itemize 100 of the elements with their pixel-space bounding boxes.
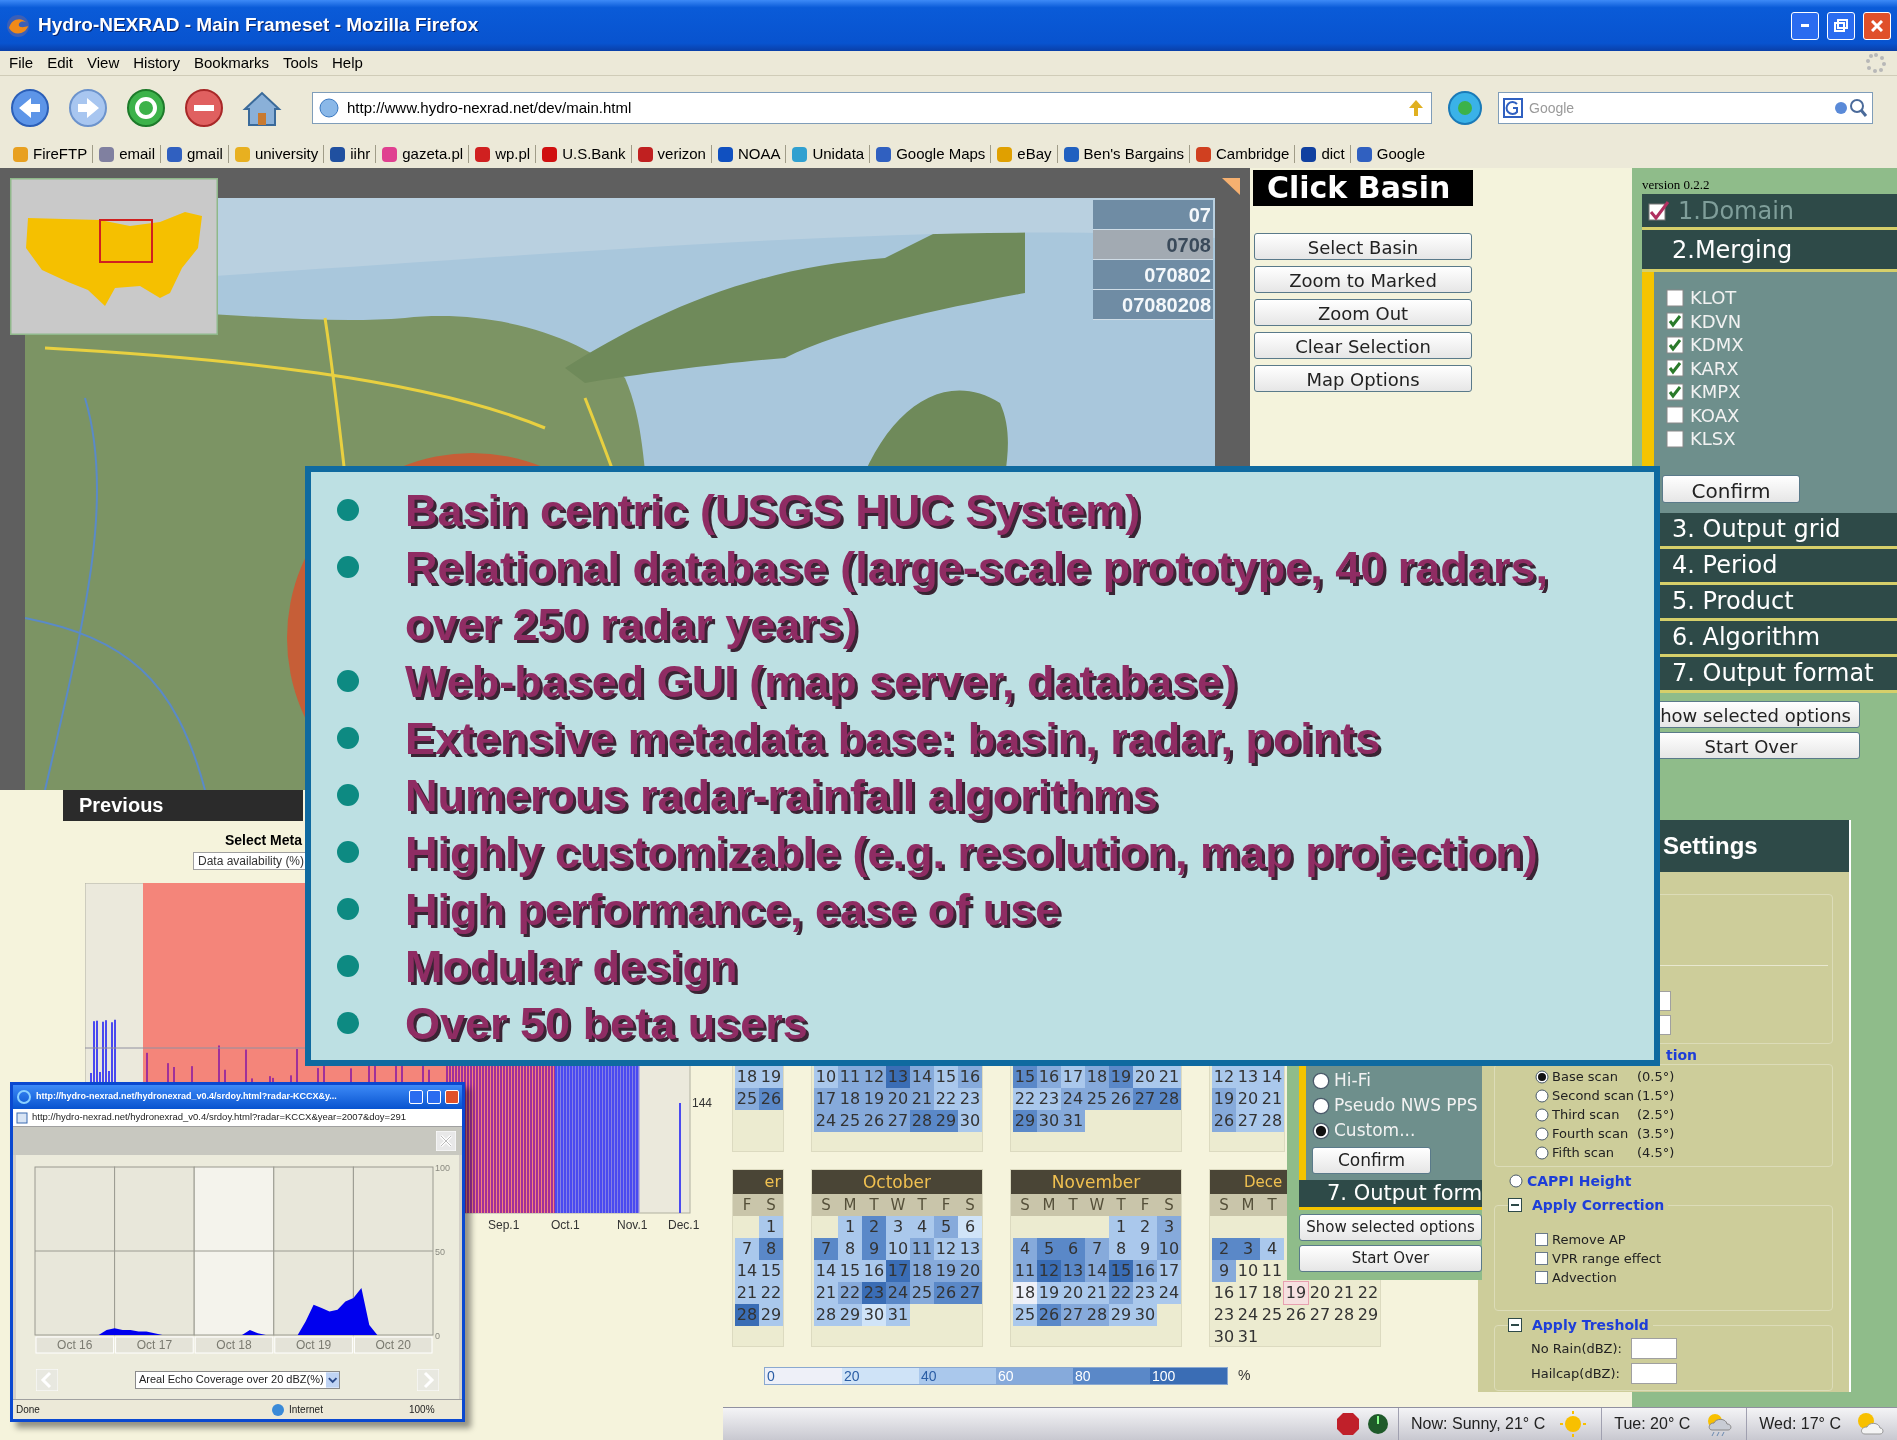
calendar-day[interactable]: 29 xyxy=(759,1304,783,1326)
calendar-day[interactable]: 26 xyxy=(1284,1304,1308,1326)
calendar-day[interactable]: 18 xyxy=(1013,1282,1037,1304)
calendar-day[interactable]: 9 xyxy=(1212,1260,1236,1282)
calendar-day[interactable]: 16 xyxy=(862,1260,886,1282)
calendar-day[interactable]: 21 xyxy=(1085,1282,1109,1304)
calendar-day[interactable]: 4 xyxy=(910,1216,934,1238)
menu-item[interactable]: View xyxy=(80,51,127,75)
calendar-day[interactable]: 26 xyxy=(934,1282,958,1304)
map-tool-button[interactable]: Zoom Out xyxy=(1254,299,1472,326)
back-button[interactable] xyxy=(8,86,52,130)
calendar-day[interactable]: 14 xyxy=(814,1260,838,1282)
maximize-button[interactable] xyxy=(427,1090,441,1104)
calendar-day[interactable]: 29 xyxy=(1013,1110,1037,1132)
calendar-day[interactable]: 22 xyxy=(1013,1088,1037,1110)
calendar-day[interactable]: 24 xyxy=(1236,1304,1260,1326)
bookmark-link[interactable]: gazeta.pl xyxy=(377,142,468,166)
calendar-day[interactable]: 16 xyxy=(958,1066,982,1088)
bookmark-link[interactable]: university xyxy=(229,142,323,166)
menu-item[interactable]: Edit xyxy=(40,51,81,75)
calendar-day[interactable]: 11 xyxy=(1260,1260,1284,1282)
menu-item[interactable]: Tools xyxy=(276,51,325,75)
bookmark-link[interactable]: FireFTP xyxy=(8,142,92,166)
calendar-day[interactable]: 29 xyxy=(934,1110,958,1132)
calendar-day[interactable]: 25 xyxy=(838,1110,862,1132)
calendar-day[interactable]: 8 xyxy=(838,1238,862,1260)
calendar-day[interactable]: 17 xyxy=(814,1088,838,1110)
calendar-day[interactable]: 21 xyxy=(735,1282,759,1304)
calendar-day[interactable]: 20 xyxy=(1236,1088,1260,1110)
calendar-day[interactable]: 19 xyxy=(1109,1066,1133,1088)
menu-item[interactable]: Help xyxy=(325,51,370,75)
calendar-day[interactable]: 15 xyxy=(1013,1066,1037,1088)
calendar-day[interactable]: 1 xyxy=(759,1216,783,1238)
map-tool-button[interactable]: Zoom to Marked xyxy=(1254,266,1472,293)
status-circle-icon[interactable] xyxy=(1366,1412,1391,1436)
calendar-day[interactable]: 31 xyxy=(1061,1110,1085,1132)
scan-radio[interactable]: Base scan (0.5°) xyxy=(1535,1067,1832,1086)
metric-dropdown[interactable]: Areal Echo Coverage over 20 dBZ(%) xyxy=(135,1370,340,1389)
calendar-day[interactable]: 3 xyxy=(886,1216,910,1238)
calendar-day[interactable]: 25 xyxy=(910,1282,934,1304)
close-button[interactable] xyxy=(1863,11,1891,40)
calendar-day[interactable]: 22 xyxy=(838,1282,862,1304)
calendar-day[interactable]: 27 xyxy=(1236,1110,1260,1132)
menu-item[interactable]: File xyxy=(2,51,41,75)
calendar-day[interactable]: 13 xyxy=(1061,1260,1085,1282)
corner-triangle-icon[interactable] xyxy=(1222,178,1240,195)
input-field[interactable] xyxy=(1631,1338,1677,1359)
calendar-day[interactable]: 21 xyxy=(910,1088,934,1110)
calendar-day[interactable]: 28 xyxy=(1260,1110,1284,1132)
address-field[interactable]: http://www.hydro-nexrad.net/dev/main.html xyxy=(312,92,1432,124)
section-toggle[interactable]: Apply Treshold xyxy=(1508,1315,1653,1335)
calendar-day[interactable]: 20 xyxy=(958,1260,982,1282)
calendar-day[interactable]: 14 xyxy=(1260,1066,1284,1088)
calendar-day[interactable]: 12 xyxy=(862,1066,886,1088)
calendar-day[interactable]: 30 xyxy=(862,1304,886,1326)
search-engine-icon[interactable] xyxy=(1503,98,1523,118)
calendar-day[interactable]: 9 xyxy=(1133,1238,1157,1260)
calendar-day[interactable]: 19 xyxy=(1037,1282,1061,1304)
calendar-day[interactable]: 3 xyxy=(1236,1238,1260,1260)
calendar-day[interactable]: 17 xyxy=(1236,1282,1260,1304)
correction-checkbox[interactable]: Advection xyxy=(1535,1268,1832,1287)
basin-code[interactable]: 0708 xyxy=(1093,230,1213,260)
wizard-step[interactable]: 2.Merging xyxy=(1642,230,1897,272)
previous-tab[interactable]: Previous xyxy=(63,790,303,821)
calendar-day[interactable]: 21 xyxy=(1260,1088,1284,1110)
calendar-day[interactable]: 18 xyxy=(735,1066,759,1088)
scan-radio[interactable]: Second scan (1.5°) xyxy=(1535,1086,1832,1105)
calendar-day[interactable]: 25 xyxy=(1085,1088,1109,1110)
minimize-button[interactable] xyxy=(1791,11,1819,40)
reload-button[interactable] xyxy=(124,86,168,130)
calendar-day[interactable]: 19 xyxy=(1212,1088,1236,1110)
calendar-day[interactable]: 22 xyxy=(934,1088,958,1110)
wizard-step[interactable]: 7. Output form xyxy=(1299,1180,1482,1210)
correction-checkbox[interactable]: Remove AP xyxy=(1535,1230,1832,1249)
go-button[interactable] xyxy=(1446,89,1484,127)
search-icon[interactable] xyxy=(1834,98,1868,118)
calendar-day[interactable]: 19 xyxy=(934,1260,958,1282)
bookmark-link[interactable]: iihr xyxy=(325,142,375,166)
calendar-day[interactable]: 29 xyxy=(1356,1304,1380,1326)
calendar-day[interactable]: 27 xyxy=(1061,1304,1085,1326)
map-tool-button[interactable]: Map Options xyxy=(1254,365,1472,392)
bookmark-link[interactable]: U.S.Bank xyxy=(537,142,630,166)
calendar-day[interactable]: 5 xyxy=(1037,1238,1061,1260)
calendar-day[interactable]: 18 xyxy=(1085,1066,1109,1088)
calendar-day[interactable]: 24 xyxy=(886,1282,910,1304)
bookmark-link[interactable]: eBay xyxy=(992,142,1056,166)
calendar-day[interactable]: 11 xyxy=(1013,1260,1037,1282)
calendar-day[interactable]: 28 xyxy=(1157,1088,1181,1110)
calendar-day[interactable]: 22 xyxy=(1356,1282,1380,1304)
calendar-day[interactable]: 25 xyxy=(1260,1304,1284,1326)
calendar-day[interactable]: 14 xyxy=(1085,1260,1109,1282)
calendar-day[interactable]: 6 xyxy=(958,1216,982,1238)
adblock-icon[interactable] xyxy=(1336,1412,1361,1436)
forward-button[interactable] xyxy=(66,86,110,130)
calendar-day[interactable]: 3 xyxy=(1157,1216,1181,1238)
calendar-day[interactable]: 26 xyxy=(1212,1110,1236,1132)
cappi-radio[interactable]: CAPPI Height xyxy=(1509,1171,1833,1191)
show-options-button[interactable]: Show selected options xyxy=(1299,1214,1482,1241)
calendar-day[interactable]: 14 xyxy=(735,1260,759,1282)
calendar-day[interactable]: 24 xyxy=(1061,1088,1085,1110)
